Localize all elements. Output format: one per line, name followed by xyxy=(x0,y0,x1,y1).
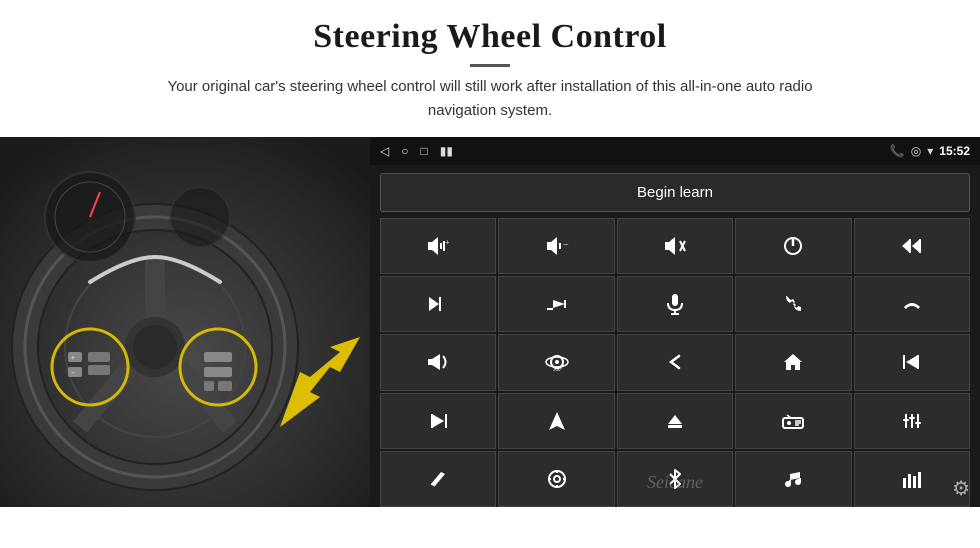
steering-wheel-image: + − xyxy=(0,137,370,507)
prev-track-right-button[interactable] xyxy=(854,218,970,274)
camera-360-button[interactable]: 360° xyxy=(498,334,614,390)
phone-status-icon: 📞 xyxy=(890,144,905,158)
title-divider xyxy=(470,64,510,67)
head-unit: ◁ ○ □ ▮▮ 📞 ◎ ▾ 15:52 Begin learn xyxy=(370,137,980,507)
back-button[interactable] xyxy=(617,334,733,390)
settings-gear-icon[interactable]: ⚙ xyxy=(952,476,970,501)
recent-nav-icon[interactable]: □ xyxy=(420,144,427,158)
content-area: + − xyxy=(0,137,980,507)
page-title: Steering Wheel Control xyxy=(40,18,940,56)
radio-button[interactable] xyxy=(735,393,851,449)
wifi-status-icon: ▾ xyxy=(927,144,933,158)
title-section: Steering Wheel Control Your original car… xyxy=(0,18,980,137)
call-button[interactable] xyxy=(735,276,851,332)
hang-up-button[interactable] xyxy=(854,276,970,332)
svg-text:+: + xyxy=(71,354,75,362)
skip-next-button[interactable] xyxy=(380,393,496,449)
vol-down-button[interactable]: − xyxy=(498,218,614,274)
skip-back-button[interactable] xyxy=(854,334,970,390)
status-bar-right: 📞 ◎ ▾ 15:52 xyxy=(890,144,970,158)
svg-text:+: + xyxy=(445,238,450,247)
signal-bars-icon: ▮▮ xyxy=(440,144,453,158)
status-bar-left: ◁ ○ □ ▮▮ xyxy=(380,144,453,158)
begin-learn-row: Begin learn xyxy=(370,165,980,218)
equalizer-button[interactable] xyxy=(854,393,970,449)
bluetooth-button[interactable] xyxy=(617,451,733,507)
fast-forward-button[interactable] xyxy=(498,276,614,332)
horn-button[interactable] xyxy=(380,334,496,390)
power-button[interactable] xyxy=(735,218,851,274)
target-button[interactable] xyxy=(498,451,614,507)
back-nav-icon[interactable]: ◁ xyxy=(380,144,389,158)
controls-grid: + − xyxy=(370,218,980,507)
vol-up-button[interactable]: + xyxy=(380,218,496,274)
page-wrapper: Steering Wheel Control Your original car… xyxy=(0,0,980,548)
time-display: 15:52 xyxy=(939,144,970,158)
skip-forward-button[interactable] xyxy=(380,276,496,332)
mute-button[interactable] xyxy=(617,218,733,274)
home-button[interactable] xyxy=(735,334,851,390)
svg-text:−: − xyxy=(71,369,75,377)
home-nav-icon[interactable]: ○ xyxy=(401,144,408,158)
navigate-button[interactable] xyxy=(498,393,614,449)
edit-button[interactable] xyxy=(380,451,496,507)
eject-button[interactable] xyxy=(617,393,733,449)
mic-button[interactable] xyxy=(617,276,733,332)
begin-learn-button[interactable]: Begin learn xyxy=(380,173,970,212)
svg-text:360°: 360° xyxy=(553,368,563,373)
svg-text:−: − xyxy=(563,240,569,251)
location-status-icon: ◎ xyxy=(911,144,921,158)
subtitle-text: Your original car's steering wheel contr… xyxy=(140,75,840,123)
music-button[interactable] xyxy=(735,451,851,507)
status-bar: ◁ ○ □ ▮▮ 📞 ◎ ▾ 15:52 xyxy=(370,137,980,165)
